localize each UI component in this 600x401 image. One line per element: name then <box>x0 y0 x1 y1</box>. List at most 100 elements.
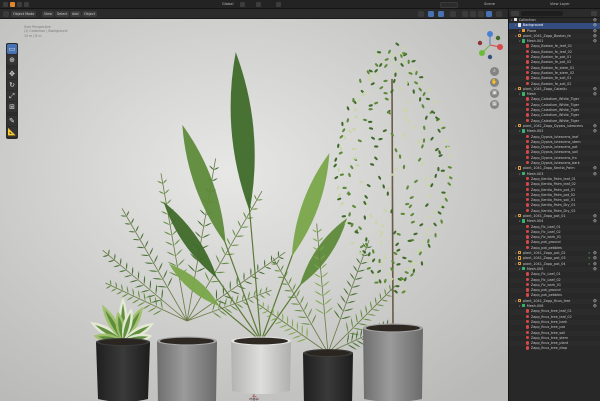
filter-icon[interactable] <box>591 11 597 16</box>
outliner-row-label: Zapp_Dypsis_lutescens_soil <box>530 150 578 155</box>
zoom-icon[interactable]: ⌕ <box>490 67 499 76</box>
camera-view-icon[interactable]: ▣ <box>490 89 499 98</box>
xray-icon[interactable] <box>450 11 456 17</box>
x-axis-icon[interactable] <box>497 44 503 50</box>
outliner-row-label: Zapp_ficus_tree_leaf_01 <box>530 309 572 314</box>
shading-material-icon[interactable] <box>478 11 484 17</box>
proportional-edit-icon[interactable] <box>276 2 281 7</box>
shading-wireframe-icon[interactable] <box>462 11 468 17</box>
mesh-data-icon <box>522 171 526 175</box>
material-icon <box>526 319 530 324</box>
gizmo-toggle-icon[interactable] <box>428 11 434 17</box>
outliner-row-label: Zapp_Dypsis_lutescens_pot <box>530 145 578 150</box>
object-menu[interactable]: Object <box>82 11 98 17</box>
neg-y-axis-icon[interactable] <box>495 35 501 41</box>
collection-icon <box>514 18 518 22</box>
visibility-icon[interactable] <box>418 11 424 17</box>
outliner-row-label: Zapp_Boston_fe_leaf_01 <box>530 44 572 49</box>
view-layer-selector[interactable]: View Layer <box>550 2 570 7</box>
material-icon <box>526 198 530 202</box>
outliner-row-label: Zapp_Boston_fe_soil_02 <box>530 81 572 86</box>
material-icon <box>526 113 530 117</box>
material-icon <box>526 277 530 281</box>
edit-menu-icon[interactable] <box>24 2 29 7</box>
mesh-data-icon <box>522 266 526 271</box>
pan-icon[interactable]: ✋ <box>490 78 499 87</box>
ficus-leaf <box>390 53 396 57</box>
material-icon <box>526 97 530 101</box>
outliner-search-input[interactable] <box>521 11 563 16</box>
blender-logo-icon[interactable] <box>3 2 8 7</box>
collection-icon <box>518 23 522 27</box>
empty-object-icon <box>518 213 522 218</box>
viewport-header: Object Mode View Select Add Object <box>0 9 508 19</box>
material-icon <box>526 134 530 138</box>
transform-tool-icon[interactable]: ⊞ <box>7 102 17 112</box>
material-icon <box>526 330 530 334</box>
perspective-toggle-icon[interactable]: ▦ <box>490 100 499 109</box>
add-menu[interactable]: Add <box>70 11 81 17</box>
pivot-icon[interactable] <box>240 2 245 7</box>
material-icon <box>526 145 530 149</box>
outliner-row-label: Zapp_Kentia_Palm_soil_01 <box>530 198 576 203</box>
outliner-row-label: Zapp_Dypsis_lutescens_stem <box>530 139 581 144</box>
select-mode-icon[interactable] <box>17 2 22 7</box>
annotate-tool-icon[interactable]: ✎ <box>7 116 17 126</box>
neg-x-axis-icon[interactable] <box>477 40 483 46</box>
outliner-row-label: Zapp_Kentia_Palm_pot_01 <box>530 187 576 192</box>
outliner-row[interactable]: Zapp_ficus_tree_drop <box>509 346 600 351</box>
material-icon <box>526 187 530 191</box>
shading-solid-icon[interactable] <box>470 11 476 17</box>
outliner-header <box>509 9 600 18</box>
outliner-row-label: Zapp_Caladium_White_Tiger <box>530 97 580 102</box>
move-tool-icon[interactable]: ✥ <box>7 69 17 79</box>
3d-viewport[interactable]: User Perspective (1) Collection | Backgr… <box>0 19 508 401</box>
overlay-toggle-icon[interactable] <box>438 11 444 17</box>
select-menu[interactable]: Select <box>55 11 70 17</box>
rotate-tool-icon[interactable]: ↻ <box>7 80 17 90</box>
material-icon <box>526 341 530 345</box>
editor-type-icon[interactable] <box>10 2 15 7</box>
material-icon <box>526 293 530 297</box>
material-icon <box>526 60 530 64</box>
outliner-row-label: Zapp_Fic_bark_01 <box>530 235 562 240</box>
measure-tool-icon[interactable]: 📐 <box>7 127 17 137</box>
scale-tool-icon[interactable]: ⤢ <box>7 91 17 101</box>
outliner-row-label: Zapp_Dypsis_lutescens_leaf <box>530 134 579 139</box>
outliner-row-label: Zapp_Boston_fe_pot_02 <box>530 60 572 65</box>
outliner-row-label: Zapp_Boston_fe_leaf_02 <box>530 49 572 54</box>
mode-dropdown[interactable]: Object Mode <box>11 11 37 17</box>
outliner-panel: ▾ Collection 👁 ▾ Background 👁 ▾ Plane 👁 ▾ plant_10… <box>508 9 600 401</box>
view-menu[interactable]: View <box>42 11 55 17</box>
material-icon <box>526 235 530 239</box>
outliner-row-label: Mesh.001 <box>526 39 544 44</box>
editor-type-icon[interactable] <box>3 11 9 17</box>
shading-rendered-icon[interactable] <box>486 11 492 17</box>
outliner-row-label: Mesh.003 <box>526 171 544 176</box>
outliner-row-label: Zapp_ficus_tree_drop <box>530 346 568 351</box>
mesh-data-icon <box>522 92 526 96</box>
pot-dark-small <box>96 338 150 401</box>
outliner-row-label: Zapp_pot_ground <box>530 288 561 293</box>
material-icon <box>526 81 530 85</box>
scene-selector[interactable]: Scene <box>484 2 495 7</box>
shading-options-icon[interactable] <box>496 11 502 17</box>
workspace-icons[interactable] <box>440 1 458 8</box>
y-axis-icon[interactable] <box>479 50 485 56</box>
transform-orientation-label[interactable]: Global <box>222 2 233 7</box>
navigation-gizmo[interactable] <box>476 31 504 65</box>
tool-shelf: ▭ ⊕ ✥ ↻ ⤢ ⊞ ✎ 📐 <box>6 43 18 139</box>
outliner-row-label: Mesh.006 <box>526 304 544 309</box>
pot-grey-tall <box>363 323 423 401</box>
cursor-tool-icon[interactable]: ⊕ <box>7 55 17 65</box>
snap-icon[interactable] <box>256 2 261 7</box>
empty-object-icon <box>518 86 522 91</box>
outliner-row-label: plant_1041_Zapp_Boston_fe <box>522 33 571 38</box>
neg-z-axis-icon[interactable] <box>487 54 493 60</box>
z-axis-icon[interactable] <box>487 31 493 37</box>
outliner-row-label: Zapp_Caladium_White_Tiger <box>530 102 580 107</box>
display-mode-icon[interactable] <box>511 11 519 16</box>
material-icon <box>526 176 530 181</box>
select-box-tool-icon[interactable]: ▭ <box>7 44 17 54</box>
material-icon <box>526 224 530 228</box>
